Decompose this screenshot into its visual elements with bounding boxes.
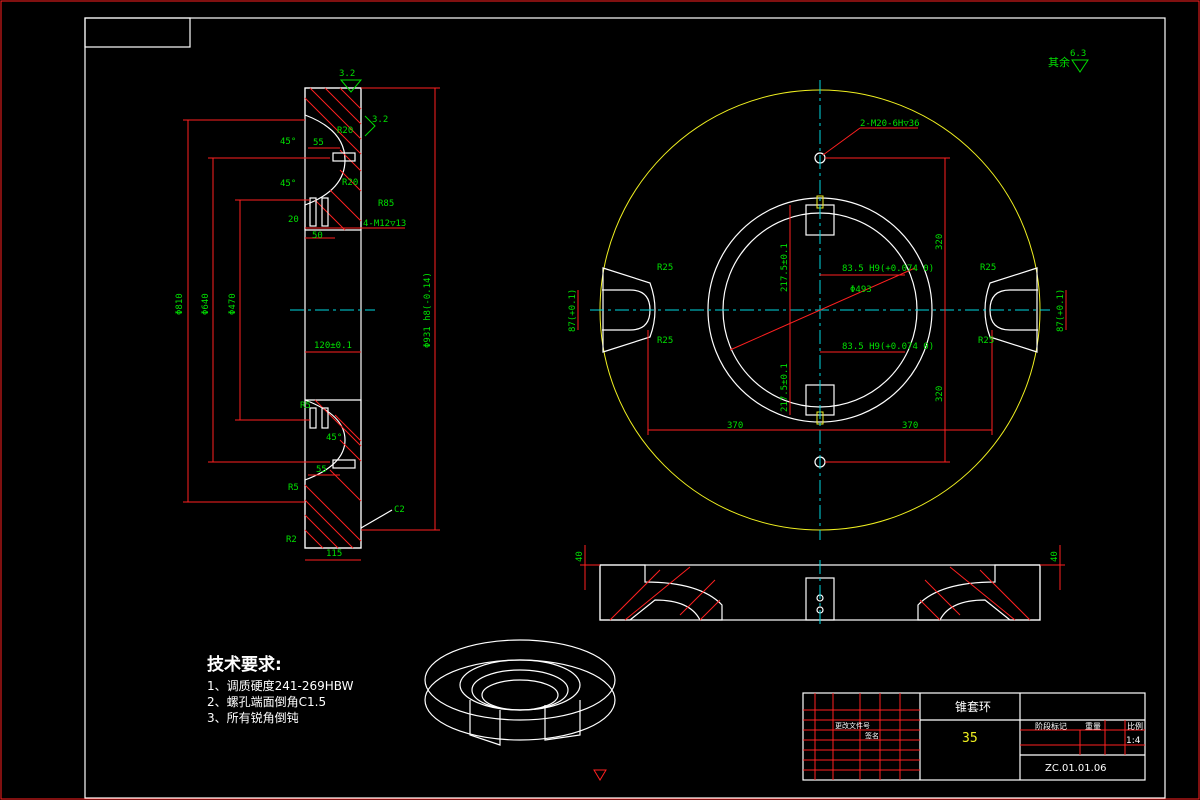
dim-r20b: R20 (342, 178, 358, 188)
dim-w120: 120±0.1 (314, 341, 352, 351)
corner-box (84, 17, 191, 48)
date-label: 签名 (865, 731, 879, 740)
dim-h40a: 40 (575, 551, 585, 562)
tech-title: 技术要求: (207, 654, 282, 675)
dim-r5a: R5 (300, 401, 311, 411)
dim-h40b: 40 (1050, 551, 1060, 562)
dim-key-bot: 83.5 H9(+0.074 0) (842, 342, 934, 352)
section-dims: 3.2 3.2 Φ810 Φ640 Φ470 Φ931 h8(-0.14) 55… (175, 69, 433, 559)
roughness-side-value: 3.2 (372, 115, 388, 125)
roughness-top-icon (339, 79, 363, 93)
dim-r25b: R25 (657, 336, 673, 346)
tech-requirements: 技术要求: 1、调质硬度241-269HBW 2、螺孔端面倒角C1.5 3、所有… (207, 654, 354, 725)
dim-d810: Φ810 (175, 293, 185, 315)
dim-w50: 50 (312, 231, 323, 241)
section-view (183, 87, 440, 561)
roughness-top-value: 3.2 (339, 69, 355, 79)
dim-w55b: 55 (316, 465, 327, 475)
roughness-other-icon (1071, 59, 1089, 73)
dim-r5b: R5 (288, 483, 299, 493)
dim-v320b: 320 (935, 386, 945, 402)
dim-s87a: 87(+0.1) (568, 289, 578, 332)
front-view-dims: 40 40 (575, 551, 1060, 562)
tech-item-1: 1、调质硬度241-269HBW (207, 678, 354, 693)
dim-d931: Φ931 h8(-0.14) (423, 272, 433, 348)
dim-r25c: R25 (980, 263, 996, 273)
sheet-label: 阶段标记 (1035, 721, 1067, 731)
dim-h2175a: 217.5±0.1 (780, 243, 790, 292)
dim-w20: 20 (288, 215, 299, 225)
dim-s87b: 87(+0.1) (1056, 289, 1066, 332)
drawing-no: ZC.01.01.06 (1045, 763, 1107, 774)
title-block-text: 锥套环 35 ZC.01.01.06 1:4 阶段标记 重量 比例 更改文件号 … (835, 700, 1143, 774)
dim-h370b: 370 (902, 421, 918, 431)
dim-h2175b: 217.5±0.1 (780, 363, 790, 412)
dim-r2: R2 (286, 535, 297, 545)
part-name: 锥套环 (955, 700, 991, 714)
tech-item-3: 3、所有锐角倒钝 (207, 711, 299, 725)
dim-holes: 2-M20-6H▽36 (860, 119, 920, 129)
tech-item-2: 2、螺孔端面倒角C1.5 (207, 695, 326, 709)
dim-r25a: R25 (657, 263, 673, 273)
dim-d640: Φ640 (201, 293, 211, 315)
top-view (577, 80, 1067, 540)
dim-h370a: 370 (727, 421, 743, 431)
roughness-other-value: 6.3 (1070, 49, 1086, 59)
front-view (580, 545, 1065, 625)
dim-d470: Φ470 (228, 293, 238, 315)
dim-r25d: R25 (978, 336, 994, 346)
weight-label: 重量 (1085, 721, 1101, 731)
dim-thread: 4-M12▽13 (363, 219, 406, 229)
dim-r85: R85 (378, 199, 394, 209)
dim-w115: 115 (326, 549, 342, 559)
dim-v320a: 320 (935, 234, 945, 250)
center-mark-icon (593, 769, 607, 781)
iso-view (424, 639, 616, 746)
scale: 1:4 (1126, 736, 1141, 746)
dim-a45b: 45° (280, 179, 296, 189)
scale-label: 比例 (1127, 721, 1143, 731)
roughness-other-label: 其余 (1048, 55, 1070, 69)
dim-r20a: R20 (337, 126, 353, 136)
dim-c2: C2 (394, 505, 405, 515)
outer-frame (0, 0, 1200, 800)
dim-d493: Φ493 (850, 285, 872, 295)
drawing-sheet: 3.2 3.2 Φ810 Φ640 Φ470 Φ931 h8(-0.14) 55… (0, 0, 1200, 800)
material: 35 (962, 731, 978, 746)
sign-label: 更改文件号 (835, 721, 870, 730)
dim-w55a: 55 (313, 138, 324, 148)
top-view-dims: 2-M20-6H▽36 Φ493 83.5 H9(+0.074 0) 83.5 … (568, 119, 1066, 431)
dim-key-top: 83.5 H9(+0.074 0) (842, 264, 934, 274)
dim-a45c: 45° (326, 433, 342, 443)
dim-a45a: 45° (280, 137, 296, 147)
